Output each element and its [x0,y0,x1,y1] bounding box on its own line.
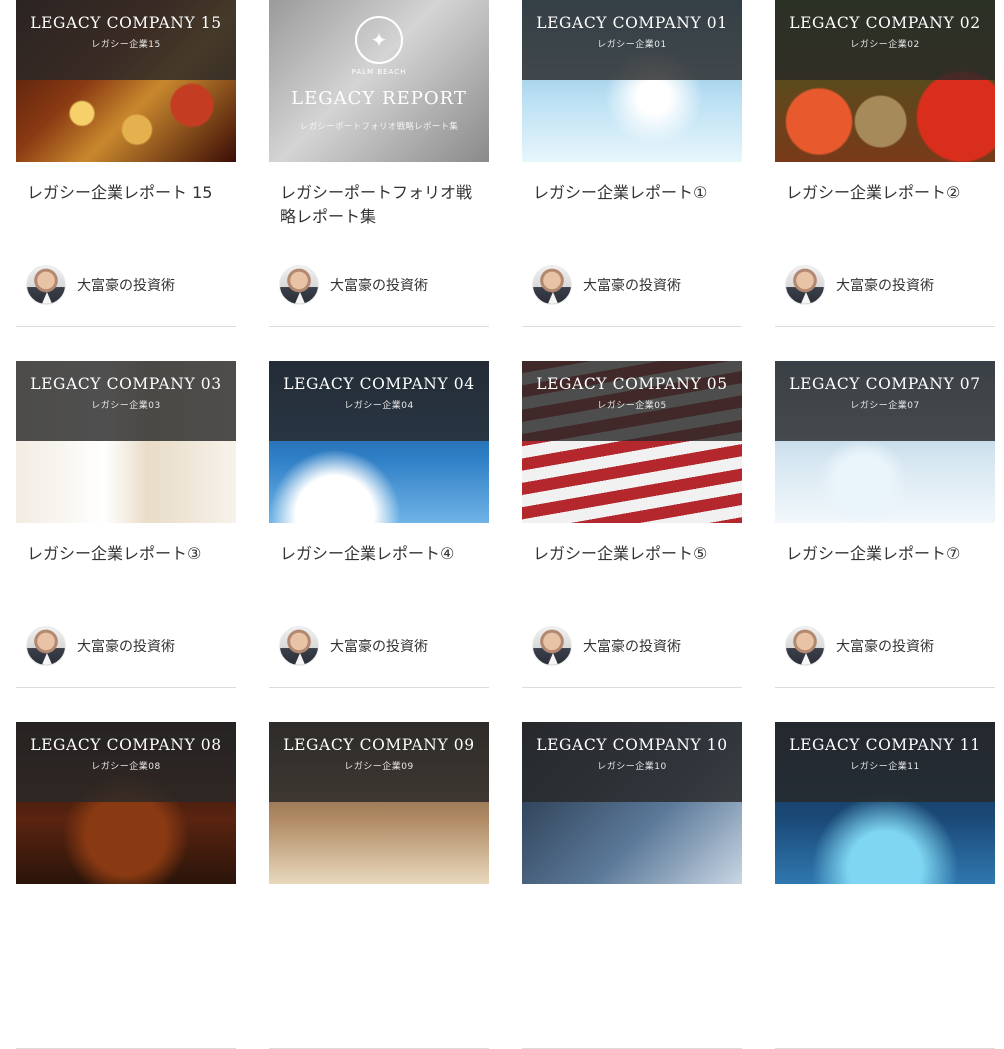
author-name: 大富豪の投資術 [836,278,934,294]
report-card-legacy-01[interactable]: LEGACY COMPANY 01 レガシー企業01 レガシー企業レポート① 大… [522,0,742,327]
author-name: 大富豪の投資術 [836,639,934,655]
thumbnail-subtitle: レガシー企業15 [91,40,161,50]
author: 大富豪の投資術 [785,626,934,666]
thumbnail-subtitle: レガシーポートフォリオ戦略レポート集 [299,122,459,132]
card-thumbnail[interactable]: LEGACY COMPANY 09 レガシー企業09 [269,722,489,884]
thumbnail-title: LEGACY COMPANY 07 [789,375,981,393]
report-card-grid: LEGACY COMPANY 15 レガシー企業15 レガシー企業レポート 15… [16,0,995,1049]
report-card-legacy-05[interactable]: LEGACY COMPANY 05 レガシー企業05 レガシー企業レポート⑤ 大… [522,361,742,688]
author-name: 大富豪の投資術 [330,278,428,294]
thumbnail-title: LEGACY COMPANY 01 [536,14,728,32]
thumbnail-subtitle: レガシー企業01 [597,40,667,50]
author-avatar-icon [279,626,319,666]
report-card-legacy-04[interactable]: LEGACY COMPANY 04 レガシー企業04 レガシー企業レポート④ 大… [269,361,489,688]
thumbnail-subtitle: レガシー企業05 [597,401,667,411]
author-avatar-icon [532,626,572,666]
card-thumbnail[interactable]: ✦ PALM BEACH LEGACY REPORT レガシーポートフォリオ戦略… [269,0,489,162]
thumbnail-title: LEGACY COMPANY 10 [536,736,728,754]
thumbnail-subtitle: レガシー企業09 [344,762,414,772]
thumbnail-subtitle: レガシー企業04 [344,401,414,411]
card-thumbnail[interactable]: LEGACY COMPANY 04 レガシー企業04 [269,361,489,523]
card-thumbnail[interactable]: LEGACY COMPANY 03 レガシー企業03 [16,361,236,523]
author: 大富豪の投資術 [279,265,428,305]
thumbnail-title: LEGACY REPORT [291,88,467,109]
card-title[interactable]: レガシー企業レポート④ [280,542,481,566]
card-thumbnail[interactable]: LEGACY COMPANY 01 レガシー企業01 [522,0,742,162]
card-title[interactable]: レガシーポートフォリオ戦略レポート集 [280,181,481,229]
thumbnail-title: LEGACY COMPANY 04 [283,375,475,393]
author: 大富豪の投資術 [279,626,428,666]
author-avatar-icon [279,265,319,305]
thumbnail-subtitle: レガシー企業10 [597,762,667,772]
author: 大富豪の投資術 [785,265,934,305]
thumbnail-title: LEGACY COMPANY 05 [536,375,728,393]
author-avatar-icon [785,265,825,305]
author-name: 大富豪の投資術 [330,639,428,655]
report-card-legacy-08[interactable]: LEGACY COMPANY 08 レガシー企業08 [16,722,236,1049]
report-card-legacy-03[interactable]: LEGACY COMPANY 03 レガシー企業03 レガシー企業レポート③ 大… [16,361,236,688]
thumbnail-title: LEGACY COMPANY 08 [30,736,222,754]
thumbnail-title: LEGACY COMPANY 09 [283,736,475,754]
author-avatar-icon [26,626,66,666]
card-thumbnail[interactable]: LEGACY COMPANY 02 レガシー企業02 [775,0,995,162]
thumbnail-title: LEGACY COMPANY 03 [30,375,222,393]
card-title[interactable]: レガシー企業レポート⑤ [533,542,734,566]
author-name: 大富豪の投資術 [77,278,175,294]
thumbnail-subtitle: レガシー企業02 [850,40,920,50]
author-name: 大富豪の投資術 [583,639,681,655]
card-title[interactable]: レガシー企業レポート③ [27,542,228,566]
author: 大富豪の投資術 [26,626,175,666]
author-avatar-icon [532,265,572,305]
thumbnail-title: LEGACY COMPANY 11 [789,736,981,754]
author: 大富豪の投資術 [26,265,175,305]
author-avatar-icon [785,626,825,666]
author-name: 大富豪の投資術 [77,639,175,655]
thumbnail-subtitle: レガシー企業03 [91,401,161,411]
emblem-caption: PALM BEACH [351,68,407,76]
thumbnail-subtitle: レガシー企業07 [850,401,920,411]
report-card-legacy-report[interactable]: ✦ PALM BEACH LEGACY REPORT レガシーポートフォリオ戦略… [269,0,489,327]
thumbnail-title: LEGACY COMPANY 02 [789,14,981,32]
card-thumbnail[interactable]: LEGACY COMPANY 05 レガシー企業05 [522,361,742,523]
author: 大富豪の投資術 [532,626,681,666]
card-title[interactable]: レガシー企業レポート 15 [27,181,228,205]
thumbnail-title: LEGACY COMPANY 15 [30,14,222,32]
card-thumbnail[interactable]: LEGACY COMPANY 07 レガシー企業07 [775,361,995,523]
report-card-legacy-09[interactable]: LEGACY COMPANY 09 レガシー企業09 [269,722,489,1049]
card-title[interactable]: レガシー企業レポート⑦ [786,542,987,566]
thumbnail-subtitle: レガシー企業08 [91,762,161,772]
card-thumbnail[interactable]: LEGACY COMPANY 11 レガシー企業11 [775,722,995,884]
thumbnail-subtitle: レガシー企業11 [850,762,920,772]
card-thumbnail[interactable]: LEGACY COMPANY 10 レガシー企業10 [522,722,742,884]
report-card-legacy-15[interactable]: LEGACY COMPANY 15 レガシー企業15 レガシー企業レポート 15… [16,0,236,327]
laurel-crest-icon: ✦ [355,16,403,64]
report-card-legacy-07[interactable]: LEGACY COMPANY 07 レガシー企業07 レガシー企業レポート⑦ 大… [775,361,995,688]
report-card-legacy-02[interactable]: LEGACY COMPANY 02 レガシー企業02 レガシー企業レポート② 大… [775,0,995,327]
report-card-legacy-10[interactable]: LEGACY COMPANY 10 レガシー企業10 [522,722,742,1049]
card-thumbnail[interactable]: LEGACY COMPANY 08 レガシー企業08 [16,722,236,884]
card-title[interactable]: レガシー企業レポート② [786,181,987,205]
card-title[interactable]: レガシー企業レポート① [533,181,734,205]
author: 大富豪の投資術 [532,265,681,305]
report-card-legacy-11[interactable]: LEGACY COMPANY 11 レガシー企業11 [775,722,995,1049]
author-avatar-icon [26,265,66,305]
author-name: 大富豪の投資術 [583,278,681,294]
card-thumbnail[interactable]: LEGACY COMPANY 15 レガシー企業15 [16,0,236,162]
